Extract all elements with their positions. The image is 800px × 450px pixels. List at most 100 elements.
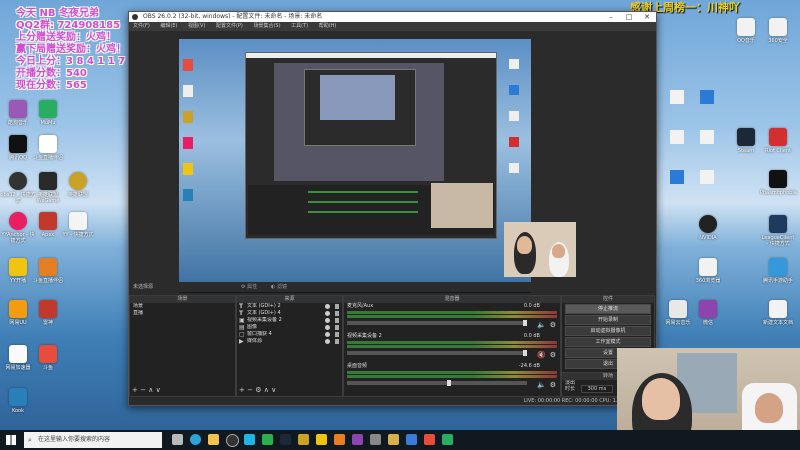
visibility-eye-icon[interactable] (325, 311, 330, 316)
close-button[interactable]: ✕ (638, 12, 656, 22)
studio-mode-button[interactable]: 工作室模式 (565, 337, 651, 347)
desktop-icon[interactable]: MuMu (30, 100, 66, 126)
desktop-icon[interactable]: NVIDIA (690, 215, 726, 241)
kook-icon[interactable] (352, 434, 363, 445)
desktop-icon[interactable]: LeagueClient - 快捷方式 (760, 215, 796, 247)
lock-icon[interactable] (335, 332, 339, 337)
preview-canvas[interactable] (179, 39, 531, 293)
douyu-icon[interactable] (334, 434, 345, 445)
desktop-icon[interactable]: Riot Client (760, 128, 796, 154)
settings-icon[interactable] (370, 434, 381, 445)
remove-source-button[interactable]: − (247, 386, 253, 394)
menu-edit[interactable]: 编辑(E) (160, 23, 177, 29)
source-item[interactable]: T 文本 (GDI+) 4 (237, 310, 342, 317)
lock-icon[interactable] (335, 339, 339, 344)
visibility-eye-icon[interactable] (325, 304, 330, 309)
store-icon[interactable] (406, 434, 417, 445)
desktop-icon[interactable]: 斗鱼 (30, 345, 66, 371)
speaker-icon[interactable]: 🔈 (537, 321, 546, 329)
app-icon[interactable] (442, 434, 453, 445)
menu-profile[interactable]: 配置文件(P) (216, 23, 243, 29)
filters-button[interactable]: ◐ 滤镜 (271, 283, 287, 290)
desktop-icon[interactable]: 斗鱼直播伴侣 (30, 135, 66, 161)
gear-icon[interactable]: ⚙ (550, 321, 556, 329)
menu-help[interactable]: 帮助(H) (319, 23, 337, 29)
stop-streaming-button[interactable]: 停止推流 (565, 304, 651, 314)
add-source-button[interactable]: + (239, 386, 245, 394)
yy-icon[interactable] (316, 434, 327, 445)
menu-scene-collection[interactable]: 场景集合(S) (253, 23, 280, 29)
volume-slider[interactable] (347, 350, 527, 356)
desktop-icon[interactable]: YY - 快捷方式 (60, 212, 96, 238)
folder-icon[interactable] (388, 434, 399, 445)
source-item[interactable]: ▶ 媒体源 (237, 338, 342, 345)
desktop-icon[interactable]: 360浏览器 (690, 258, 726, 284)
league-icon[interactable] (298, 434, 309, 445)
add-scene-button[interactable]: + (132, 386, 138, 394)
desktop-icon[interactable]: 360安全 (760, 18, 796, 44)
lock-icon[interactable] (335, 311, 339, 316)
lock-icon[interactable] (335, 304, 339, 309)
gear-icon[interactable]: ⚙ (255, 386, 261, 394)
desktop-icon[interactable]: Kook (0, 388, 36, 414)
wechat-icon[interactable] (262, 434, 273, 445)
remove-scene-button[interactable]: − (140, 386, 146, 394)
volume-slider[interactable] (347, 320, 527, 326)
gear-icon[interactable]: ⚙ (550, 351, 556, 359)
windows-start-icon[interactable] (6, 435, 16, 445)
minimize-button[interactable]: – (602, 12, 620, 22)
properties-button[interactable]: ⚙ 属性 (241, 283, 257, 290)
taskbar-search-input[interactable]: ⌕ 在这里输入你要搜索的内容 (24, 432, 162, 448)
scene-item[interactable]: 直播 (130, 310, 235, 317)
start-recording-button[interactable]: 开始录制 (565, 315, 651, 325)
desktop-icon[interactable]: Phasmophobia (760, 170, 797, 196)
slider-knob[interactable] (523, 350, 527, 356)
source-item[interactable]: ▤ 图像 (237, 324, 342, 331)
speaker-muted-icon[interactable]: 🔇 (537, 351, 546, 359)
source-item[interactable]: T 文本 (GDI+) 2 (237, 303, 342, 310)
menu-tools[interactable]: 工具(T) (291, 23, 308, 29)
virtual-camera-button[interactable]: 启动虚拟摄像机 (565, 326, 651, 336)
task-view-icon[interactable] (172, 434, 183, 445)
slider-knob[interactable] (447, 380, 451, 386)
desktop-icon[interactable]: 腾讯手游助手 (760, 258, 796, 284)
volume-meter (347, 371, 557, 374)
desktop-icon[interactable]: Steam (728, 128, 764, 154)
explorer-icon[interactable] (208, 434, 219, 445)
duration-input[interactable]: 300 ms (580, 385, 614, 393)
desktop-icon[interactable]: 英雄联盟 (60, 172, 96, 198)
lock-icon[interactable] (335, 325, 339, 330)
visibility-eye-icon[interactable] (325, 339, 330, 344)
move-down-icon[interactable]: ∨ (271, 386, 276, 394)
music-icon[interactable] (424, 434, 435, 445)
obs-icon[interactable] (226, 434, 239, 447)
desktop-icon[interactable]: 新建文本文档 (760, 300, 796, 326)
slider-knob[interactable] (523, 320, 527, 326)
guest-face (755, 393, 783, 423)
desktop-icon[interactable]: 雷神 (30, 300, 66, 326)
volume-meter (347, 315, 557, 318)
move-down-icon[interactable]: ∨ (156, 386, 161, 394)
lock-icon[interactable] (335, 318, 339, 323)
visibility-eye-icon[interactable] (325, 318, 330, 323)
scene-item[interactable]: 场景 (130, 303, 235, 310)
source-item[interactable]: ▣ 视频采集设备 2 (237, 317, 342, 324)
edge-icon[interactable] (190, 434, 201, 445)
visibility-eye-icon[interactable] (325, 325, 330, 330)
desktop-icon[interactable]: 斗鱼直播伴侣 (30, 258, 66, 284)
obs-menubar: 文件(F) 编辑(E) 视图(V) 配置文件(P) 场景集合(S) 工具(T) … (129, 22, 656, 31)
source-item[interactable]: ▢ 窗口捕获 4 (237, 331, 342, 338)
gear-icon[interactable]: ⚙ (550, 381, 556, 389)
visibility-eye-icon[interactable] (325, 332, 330, 337)
desktop-icon[interactable]: QQ音乐 (728, 18, 764, 44)
qq-icon[interactable] (244, 434, 255, 445)
move-up-icon[interactable]: ∧ (264, 386, 269, 394)
volume-slider[interactable] (347, 380, 527, 386)
maximize-button[interactable]: □ (620, 12, 638, 22)
menu-file[interactable]: 文件(F) (133, 23, 150, 29)
desktop-icon[interactable]: 网易云音乐 (660, 300, 696, 326)
menu-view[interactable]: 视图(V) (188, 23, 205, 29)
move-up-icon[interactable]: ∧ (148, 386, 153, 394)
steam-icon[interactable] (280, 434, 291, 445)
speaker-icon[interactable]: 🔈 (537, 381, 546, 389)
